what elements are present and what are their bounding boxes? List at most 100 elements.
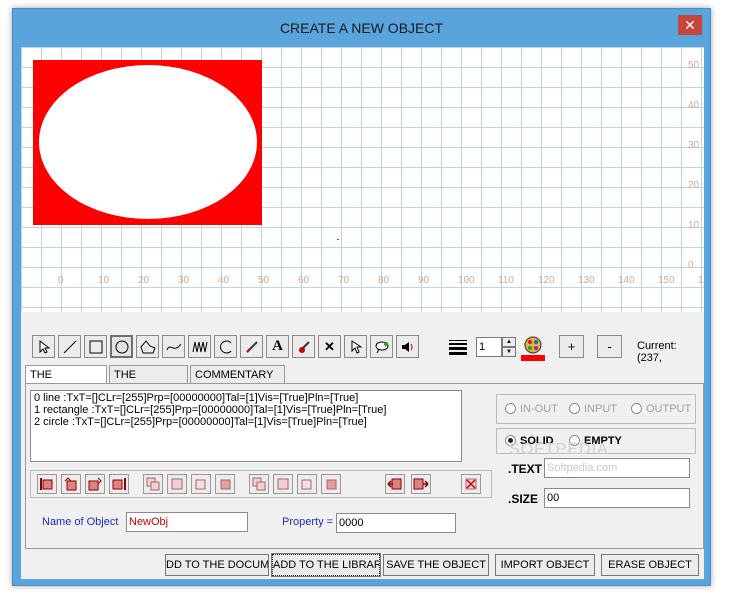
radio-output-label: OUTPUT [646, 403, 692, 415]
radio-dot [631, 403, 642, 414]
copy-icon[interactable] [143, 474, 163, 494]
x-tick-label: 30 [178, 275, 190, 286]
duplicate-icon[interactable] [191, 474, 211, 494]
radio-input[interactable]: INPUT [569, 403, 617, 415]
text-icon[interactable]: A [266, 335, 289, 358]
window-title: CREATE A NEW OBJECT [279, 20, 444, 36]
x-tick-label: 160 [698, 275, 704, 286]
undo-icon[interactable] [385, 474, 405, 494]
sound-icon[interactable] [396, 335, 419, 358]
group-icon[interactable] [249, 474, 269, 494]
x-tick-label: 10 [98, 275, 110, 286]
current-color-swatch [521, 355, 545, 361]
tab-organs[interactable]: THE ORGANS [25, 365, 107, 399]
list-item[interactable]: 1 rectangle :TxT=[]CLr=[255]Prp=[0000000… [34, 404, 458, 416]
close-button[interactable]: ✕ [678, 15, 702, 35]
create-object-window: CREATE A NEW OBJECT ✕ 0 10 20 30 40 50 60 70 80 9… [12, 8, 711, 586]
canvas-shapes [33, 60, 339, 240]
rectangle-icon[interactable] [84, 335, 107, 358]
fill-icon[interactable] [292, 335, 315, 358]
tab-commentary[interactable]: COMMENTARY [190, 365, 285, 383]
redo-icon[interactable] [411, 474, 431, 494]
remove-organ-icon[interactable] [461, 474, 481, 494]
action-bar: DD TO THE DOCUMEN ADD TO THE LIBRARY SAV… [21, 550, 704, 579]
y-tick-label: 0 [688, 260, 694, 271]
name-input[interactable]: NewObj [126, 512, 248, 532]
freehand-icon[interactable] [188, 335, 211, 358]
organ-list[interactable]: 0 line :TxT=[]CLr=[255]Prp=[00000000]Tal… [30, 390, 462, 462]
x-tick-label: 0 [58, 275, 64, 286]
y-tick-label: 10 [688, 220, 700, 231]
zoom-out-button[interactable]: - [597, 335, 622, 358]
move-up-icon[interactable] [61, 474, 81, 494]
erase-object-button[interactable]: ERASE OBJECT [601, 554, 699, 576]
paste-icon[interactable] [167, 474, 187, 494]
y-tick-label: 20 [688, 180, 700, 191]
move-down-icon[interactable] [85, 474, 105, 494]
property-input[interactable]: 0000 [336, 513, 456, 533]
list-item[interactable]: 0 line :TxT=[]CLr=[255]Prp=[00000000]Tal… [34, 392, 458, 404]
spin-down-button[interactable]: ▼ [502, 347, 516, 357]
move-first-icon[interactable] [37, 474, 57, 494]
pointer-icon[interactable] [32, 335, 55, 358]
y-tick-label: 50 [688, 60, 700, 71]
radio-output[interactable]: OUTPUT [631, 403, 691, 415]
radio-in-out[interactable]: IN-OUT [505, 403, 558, 415]
radio-in-out-label: IN-OUT [520, 403, 558, 415]
x-tick-label: 90 [418, 275, 430, 286]
radio-input-label: INPUT [584, 403, 617, 415]
y-tick-label: 30 [688, 140, 700, 151]
add-to-document-button[interactable]: DD TO THE DOCUMEN [165, 554, 269, 576]
line-width-input[interactable]: 1 [476, 337, 502, 357]
size-label: .SIZE [508, 492, 539, 506]
color-palette-icon[interactable] [521, 333, 544, 356]
x-tick-label: 120 [538, 275, 555, 286]
cursor-position-label: Current: (237, [637, 340, 677, 364]
radio-dot [569, 403, 580, 414]
line-width-icon[interactable] [446, 335, 469, 358]
align-icon[interactable] [297, 474, 317, 494]
x-tick-label: 110 [498, 275, 514, 286]
x-tick-label: 150 [658, 275, 675, 286]
send-back-icon[interactable] [321, 474, 341, 494]
bring-front-icon[interactable] [215, 474, 235, 494]
drawing-canvas[interactable]: 0102030405060708090100110120130140150160… [21, 47, 704, 312]
property-label: Property = [282, 516, 334, 528]
radio-dot [505, 403, 516, 414]
x-tick-label: 50 [258, 275, 270, 286]
x-tick-label: 140 [618, 275, 635, 286]
polygon-icon[interactable] [136, 335, 159, 358]
import-object-button[interactable]: IMPORT OBJECT [495, 554, 595, 576]
text-label: .TEXT [508, 462, 543, 476]
pen-icon[interactable] [240, 335, 263, 358]
size-input[interactable]: 00 [544, 488, 690, 508]
client-area: 0102030405060708090100110120130140150160… [21, 47, 704, 579]
list-item[interactable]: 2 circle :TxT=[]CLr=[255]Prp=[00000000]T… [34, 416, 458, 428]
zoom-in-button[interactable]: + [559, 335, 584, 358]
line-shape[interactable] [337, 239, 339, 240]
move-last-icon[interactable] [109, 474, 129, 494]
ungroup-icon[interactable] [273, 474, 293, 494]
curve-icon[interactable] [162, 335, 185, 358]
y-tick-label: 40 [688, 100, 700, 111]
circle-shape[interactable] [39, 65, 257, 219]
tab-events[interactable]: THE EVENTS [109, 365, 188, 399]
text-input[interactable]: Softpedia.com [544, 458, 690, 478]
delete-icon[interactable]: ✕ [318, 335, 341, 358]
tool-toolbar: A ✕ 1 ▲ ▼ + - Current: (237, [21, 331, 704, 364]
spin-up-button[interactable]: ▲ [502, 337, 516, 347]
pin-icon[interactable] [370, 335, 393, 358]
watermark: SOFTPEDIA [509, 441, 609, 458]
organ-toolbar [30, 470, 492, 498]
save-object-button[interactable]: SAVE THE OBJECT [383, 554, 489, 576]
x-tick-label: 130 [578, 275, 595, 286]
arc-icon[interactable] [214, 335, 237, 358]
select-icon[interactable] [344, 335, 367, 358]
line-icon[interactable] [58, 335, 81, 358]
circle-icon[interactable] [110, 335, 133, 358]
add-to-library-button[interactable]: ADD TO THE LIBRARY [271, 553, 381, 577]
io-radio-group: IN-OUT INPUT OUTPUT [496, 394, 696, 424]
organs-panel: 0 line :TxT=[]CLr=[255]Prp=[00000000]Tal… [25, 383, 704, 549]
name-label: Name of Object [42, 516, 119, 528]
x-tick-label: 80 [378, 275, 390, 286]
